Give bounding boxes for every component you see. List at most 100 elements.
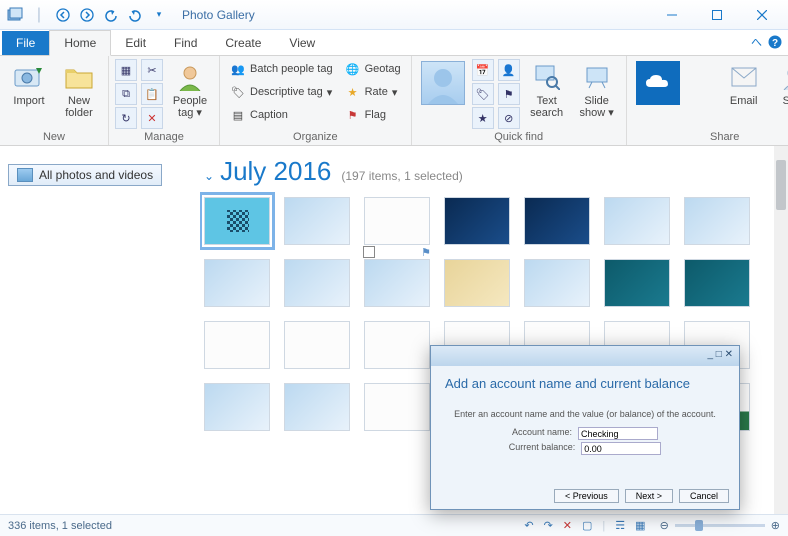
signin-label: Sign in	[783, 95, 788, 119]
details-view-icon[interactable]: ☴	[615, 519, 625, 532]
cut-icon[interactable]: ✂	[141, 59, 163, 81]
copy-icon[interactable]: ⧉	[115, 83, 137, 105]
zoom-in-button[interactable]: ⊕	[771, 519, 780, 532]
window-title: Photo Gallery	[182, 8, 649, 22]
email-button[interactable]: Email	[721, 59, 767, 109]
redo-button[interactable]	[124, 4, 146, 26]
thumbnail[interactable]	[444, 259, 510, 307]
search-icon	[531, 61, 563, 93]
app-icon[interactable]	[4, 4, 26, 26]
import-button[interactable]: Import	[6, 59, 52, 109]
signin-button[interactable]: Sign in	[771, 59, 788, 121]
month-heading[interactable]: July 2016	[220, 156, 331, 187]
filter-date-icon[interactable]: 📅	[472, 59, 494, 81]
quickfind-person-button[interactable]	[418, 59, 468, 107]
preview-prev-button: < Previous	[554, 489, 619, 503]
thumbnail[interactable]	[684, 197, 750, 245]
sidebar-item-all-photos[interactable]: All photos and videos	[8, 164, 162, 186]
tab-find[interactable]: Find	[160, 31, 211, 55]
tab-create[interactable]: Create	[211, 31, 275, 55]
zoom-out-button[interactable]: ⊖	[660, 519, 669, 532]
forward-button[interactable]	[76, 4, 98, 26]
thumbnail[interactable]	[284, 259, 350, 307]
thumbnail[interactable]	[284, 321, 350, 369]
rate-button[interactable]: ★Rate ▾	[341, 82, 405, 102]
tab-edit[interactable]: Edit	[111, 31, 160, 55]
preview-hint: Enter an account name and the value (or …	[445, 409, 725, 419]
undo-button[interactable]	[100, 4, 122, 26]
thumbnail[interactable]	[524, 197, 590, 245]
filter-flag-icon[interactable]: ⚑	[498, 83, 520, 105]
thumbnail[interactable]	[364, 383, 430, 431]
email-label: Email	[730, 95, 758, 107]
new-folder-button[interactable]: New folder	[56, 59, 102, 121]
person-silhouette-icon	[421, 61, 465, 105]
tab-file[interactable]: File	[2, 31, 49, 55]
group-organize: 👥Batch people tag 🏷Descriptive tag ▾ ▤Ca…	[220, 56, 412, 145]
rotate-left-icon[interactable]: ↶	[524, 519, 533, 532]
star-icon: ★	[345, 84, 361, 100]
people-icon: 👥	[230, 61, 246, 77]
thumbnail[interactable]	[364, 321, 430, 369]
vertical-scrollbar[interactable]	[774, 146, 788, 514]
thumbnail[interactable]	[284, 383, 350, 431]
thumbnail[interactable]	[364, 259, 430, 307]
divider: |	[28, 4, 50, 26]
thumbnail[interactable]	[204, 197, 270, 245]
flag-button[interactable]: ⚑Flag	[341, 105, 405, 125]
delete-status-icon[interactable]: ✕	[563, 519, 572, 532]
geotag-button[interactable]: 🌐Geotag	[341, 59, 405, 79]
scrollbar-thumb[interactable]	[776, 160, 786, 210]
filter-clear-icon[interactable]: ⊘	[498, 107, 520, 129]
thumbnail[interactable]	[284, 197, 350, 245]
person-icon	[174, 61, 206, 93]
projector-icon	[581, 61, 613, 93]
status-text: 336 items, 1 selected	[8, 520, 524, 532]
thumbnail[interactable]	[524, 259, 590, 307]
status-bar: 336 items, 1 selected ↶ ↷ ✕ ▢ | ☴ ▦ ⊖ ⊕	[0, 514, 788, 536]
thumbnail[interactable]	[604, 259, 670, 307]
group-quickfind-label: Quick find	[418, 130, 620, 144]
maximize-button[interactable]	[694, 1, 739, 29]
filter-people-icon[interactable]: 👤	[498, 59, 520, 81]
tab-home[interactable]: Home	[49, 30, 111, 56]
batch-people-tag-button[interactable]: 👥Batch people tag	[226, 59, 337, 79]
tab-view[interactable]: View	[275, 31, 329, 55]
select-all-icon[interactable]: ▦	[115, 59, 137, 81]
preview-titlebar: _ □ ✕	[431, 346, 739, 366]
back-button[interactable]	[52, 4, 74, 26]
zoom-slider-thumb[interactable]	[695, 520, 703, 531]
group-quickfind: 📅 🏷 ★ 👤 ⚑ ⊘ Text search Slide show ▾ Qui…	[412, 56, 627, 145]
help-icon[interactable]: ?	[768, 35, 782, 49]
rotate-right-icon[interactable]: ↷	[544, 519, 553, 532]
slideshow-status-icon[interactable]: ▢	[582, 519, 592, 532]
slideshow-button[interactable]: Slide show ▾	[574, 59, 620, 121]
thumbnail[interactable]	[444, 197, 510, 245]
delete-icon[interactable]: ✕	[141, 107, 163, 129]
thumbnail[interactable]	[604, 197, 670, 245]
filter-tag-icon[interactable]: 🏷	[472, 83, 494, 105]
thumbnail[interactable]	[684, 259, 750, 307]
thumbnail[interactable]	[364, 197, 430, 245]
thumbnail[interactable]	[204, 321, 270, 369]
text-search-button[interactable]: Text search	[524, 59, 570, 121]
thumbnail[interactable]	[204, 383, 270, 431]
skydrive-button[interactable]	[633, 59, 683, 107]
people-tag-button[interactable]: People tag ▾	[167, 59, 213, 121]
thumbnail[interactable]	[204, 259, 270, 307]
rotate-icon[interactable]: ↻	[115, 107, 137, 129]
paste-icon[interactable]: 📋	[141, 83, 163, 105]
zoom-slider[interactable]	[675, 524, 765, 527]
user-icon	[778, 61, 788, 93]
ribbon-tabs: File Home Edit Find Create View へ ?	[0, 30, 788, 56]
thumbnails-view-icon[interactable]: ▦	[635, 519, 645, 532]
collapse-chevron-icon[interactable]: ⌄	[204, 169, 214, 183]
descriptive-tag-button[interactable]: 🏷Descriptive tag ▾	[226, 82, 337, 102]
minimize-button[interactable]	[649, 1, 694, 29]
caption-button[interactable]: ▤Caption	[226, 105, 337, 125]
filter-rate-icon[interactable]: ★	[472, 107, 494, 129]
pictures-folder-icon	[17, 168, 33, 182]
collapse-ribbon-icon[interactable]: へ	[751, 34, 762, 50]
close-button[interactable]	[739, 1, 784, 29]
qat-customize[interactable]: ▾	[148, 4, 170, 26]
